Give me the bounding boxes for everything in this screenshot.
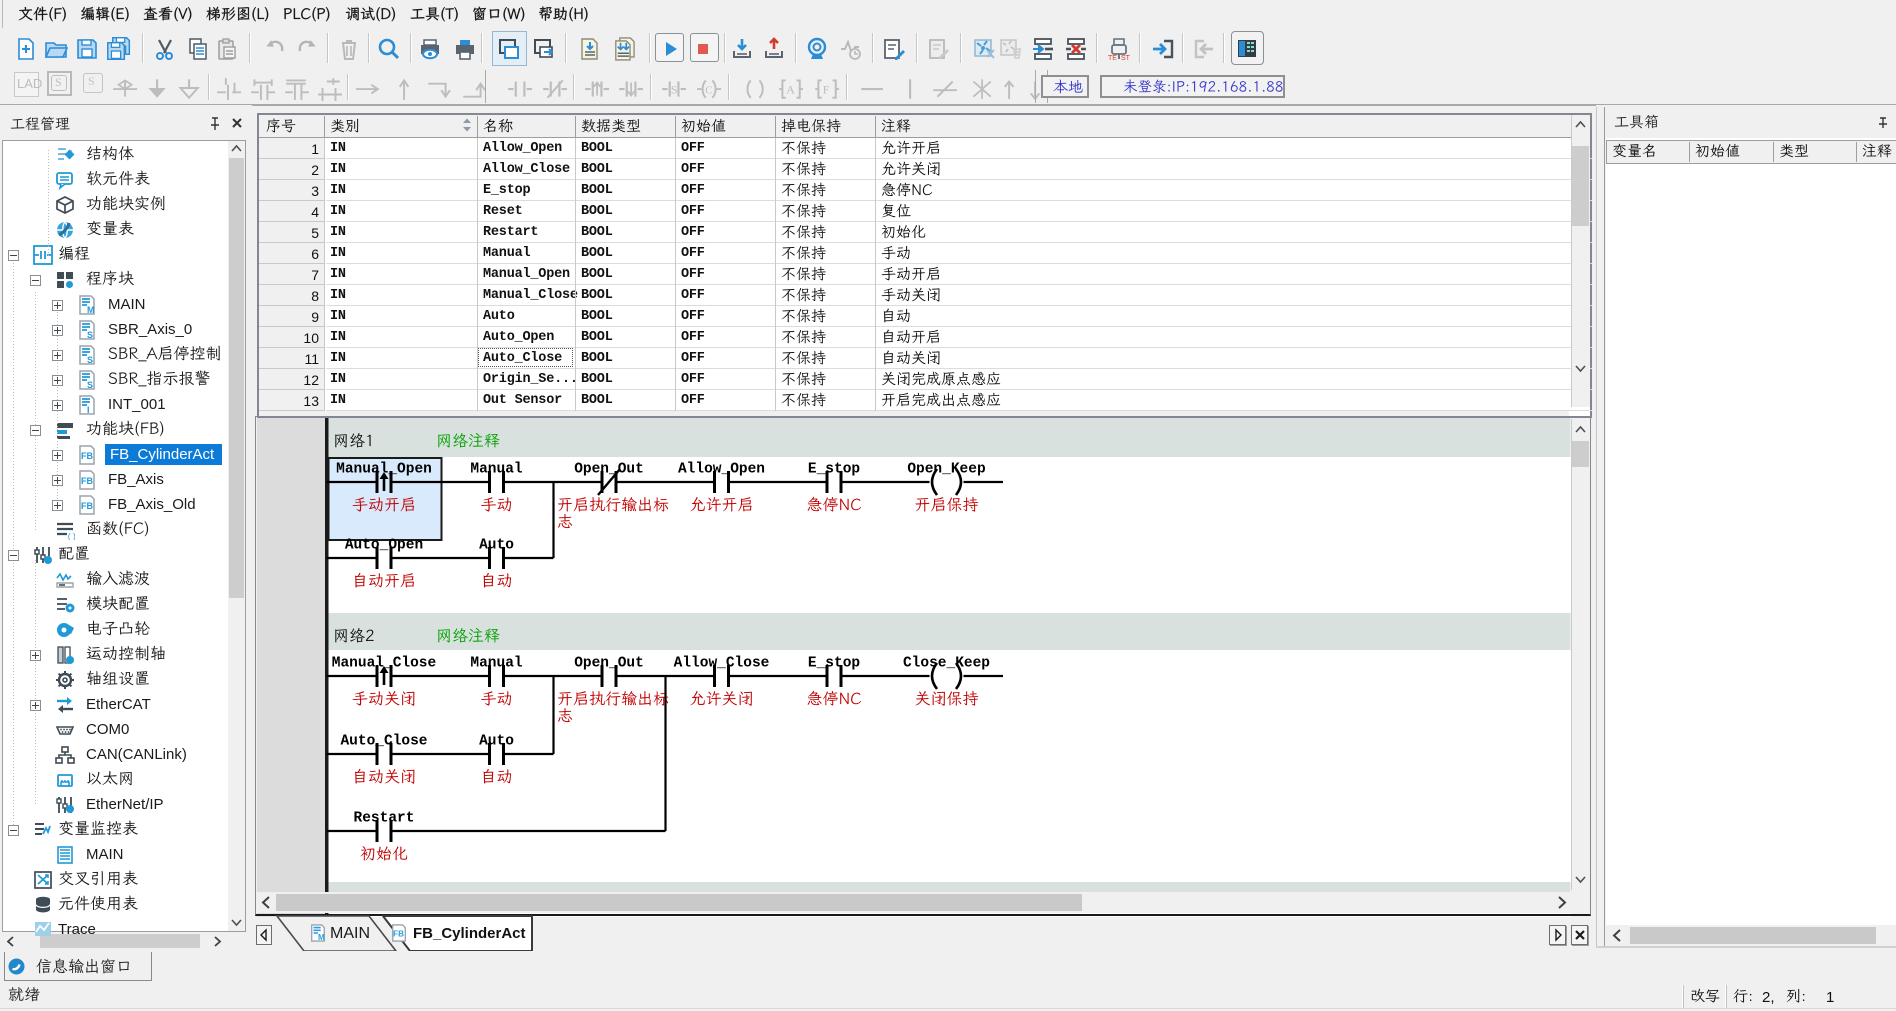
svg-text:FB: FB bbox=[393, 930, 404, 939]
svg-text:FB: FB bbox=[81, 501, 93, 511]
svg-text:FB: FB bbox=[81, 451, 93, 461]
svg-text:ST: ST bbox=[1121, 55, 1131, 61]
svg-text:S: S bbox=[87, 355, 93, 365]
svg-text:A: A bbox=[786, 82, 795, 96]
svg-text:I: I bbox=[87, 405, 90, 415]
svg-text:TE: TE bbox=[1108, 55, 1117, 61]
svg-text:S: S bbox=[87, 380, 93, 390]
svg-text:S: S bbox=[87, 330, 93, 340]
svg-text:S: S bbox=[671, 82, 678, 96]
svg-text:FB: FB bbox=[81, 476, 93, 486]
svg-text:(): () bbox=[67, 533, 75, 540]
svg-text:F: F bbox=[823, 82, 830, 96]
svg-text:M: M bbox=[318, 933, 325, 942]
svg-text:M: M bbox=[87, 305, 95, 315]
svg-text:C: C bbox=[705, 84, 712, 96]
